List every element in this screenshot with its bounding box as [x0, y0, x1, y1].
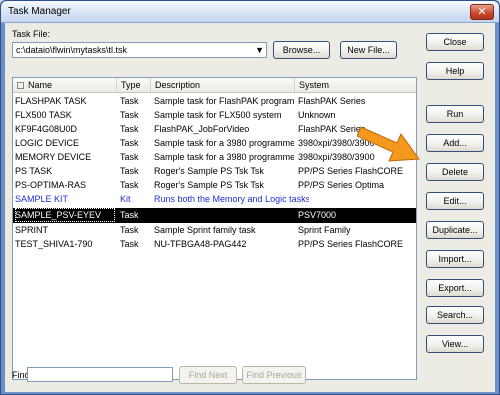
delete-button[interactable]: Delete [426, 163, 484, 181]
list-header: Name Type Description System [13, 78, 416, 93]
run-button[interactable]: Run [426, 105, 484, 123]
task-file-value: c:\dataio\flwin\mytasks\tl.tsk [16, 45, 128, 55]
column-header-type[interactable]: Type [117, 78, 151, 93]
table-row[interactable]: FLX500 TASK Task Sample task for FLX500 … [13, 108, 416, 122]
task-file-combo[interactable]: c:\dataio\flwin\mytasks\tl.tsk ▼ [12, 42, 267, 58]
dialog-body: Task File: c:\dataio\flwin\mytasks\tl.ts… [5, 23, 495, 392]
browse-button[interactable]: Browse... [273, 41, 330, 59]
view-button[interactable]: View... [426, 335, 484, 353]
arrow-annotation-icon [357, 126, 420, 162]
help-button[interactable]: Help [426, 62, 484, 80]
table-row[interactable]: LOGIC DEVICE Task Sample task for a 3980… [13, 136, 416, 150]
table-row[interactable]: PS-OPTIMA-RAS Task Roger's Sample PS Tsk… [13, 178, 416, 192]
table-row[interactable]: TEST_SHIVA1-790 Task NU-TFBGA48-PAG442 P… [13, 237, 416, 251]
new-file-button[interactable]: New File... [340, 41, 397, 59]
table-row[interactable]: PS TASK Task Roger's Sample PS Tsk Tsk P… [13, 164, 416, 178]
task-manager-window: Task Manager ✕ Task File: c:\dataio\flwi… [0, 0, 500, 395]
close-button[interactable]: Close [426, 33, 484, 51]
task-file-label: Task File: [12, 29, 51, 39]
table-row[interactable]: FLASHPAK TASK Task Sample task for Flash… [13, 94, 416, 108]
chevron-down-icon[interactable]: ▼ [255, 45, 264, 55]
import-button[interactable]: Import... [426, 250, 484, 268]
table-row[interactable]: MEMORY DEVICE Task Sample task for a 398… [13, 150, 416, 164]
checkbox-icon [17, 82, 24, 89]
table-row[interactable]: SPRINT Task Sample Sprint family task Sp… [13, 223, 416, 237]
table-row[interactable]: KF9F4G08U0D Task FlashPAK_JobForVideo Fl… [13, 122, 416, 136]
table-row[interactable]: SAMPLE KIT Kit Runs both the Memory and … [13, 192, 416, 206]
table-row-selected[interactable]: SAMPLE_PSV-EYEV Task PSV7000 [13, 208, 416, 223]
search-button[interactable]: Search... [426, 306, 484, 324]
window-close-icon[interactable]: ✕ [470, 4, 494, 20]
column-header-name[interactable]: Name [13, 78, 117, 93]
export-button[interactable]: Export... [426, 279, 484, 297]
find-previous-button[interactable]: Find Previous [242, 366, 306, 384]
title-bar[interactable]: Task Manager ✕ [1, 1, 499, 23]
edit-button[interactable]: Edit... [426, 192, 484, 210]
duplicate-button[interactable]: Duplicate... [426, 221, 484, 239]
add-button[interactable]: Add... [426, 134, 484, 152]
column-header-description[interactable]: Description [151, 78, 295, 93]
find-input[interactable] [27, 367, 173, 382]
column-header-system[interactable]: System [295, 78, 416, 93]
window-title: Task Manager [8, 6, 71, 17]
find-next-button[interactable]: Find Next [179, 366, 237, 384]
